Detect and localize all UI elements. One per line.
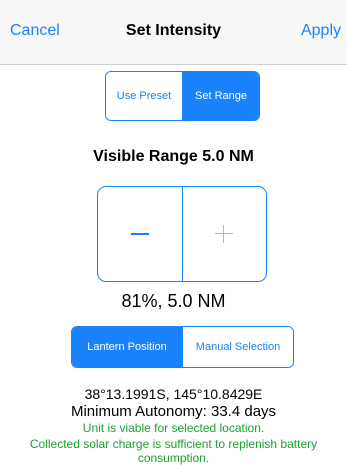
page-title: Set Intensity (125, 22, 222, 39)
increment-button[interactable] (181, 187, 267, 281)
current-value-label: 81%, 5.0 NM (121, 291, 226, 311)
decrement-button[interactable] (98, 187, 182, 281)
autonomy-label: Minimum Autonomy: 33.4 days (70, 403, 277, 420)
intensity-stepper (97, 186, 267, 282)
use-preset-segment[interactable]: Use Preset (106, 72, 182, 120)
lantern-position-segment[interactable]: Lantern Position (72, 327, 182, 367)
position-segmented-control: Lantern Position Manual Selection (71, 326, 294, 368)
apply-button[interactable]: Apply (301, 22, 341, 40)
viability-status: Unit is viable for selected location. (82, 421, 265, 435)
coordinates-label: 38°13.1991S, 145°10.8429E (84, 386, 263, 402)
mode-segmented-control: Use Preset Set Range (105, 71, 260, 121)
minus-icon (130, 233, 149, 235)
visible-range-label: Visible Range 5.0 NM (93, 148, 254, 165)
set-range-segment[interactable]: Set Range (182, 72, 259, 120)
solar-status: Collected solar charge is sufficient to … (29, 437, 318, 465)
manual-selection-segment[interactable]: Manual Selection (182, 327, 293, 367)
navigation-bar: Cancel Set Intensity Apply (0, 0, 347, 65)
plus-icon (215, 225, 234, 243)
